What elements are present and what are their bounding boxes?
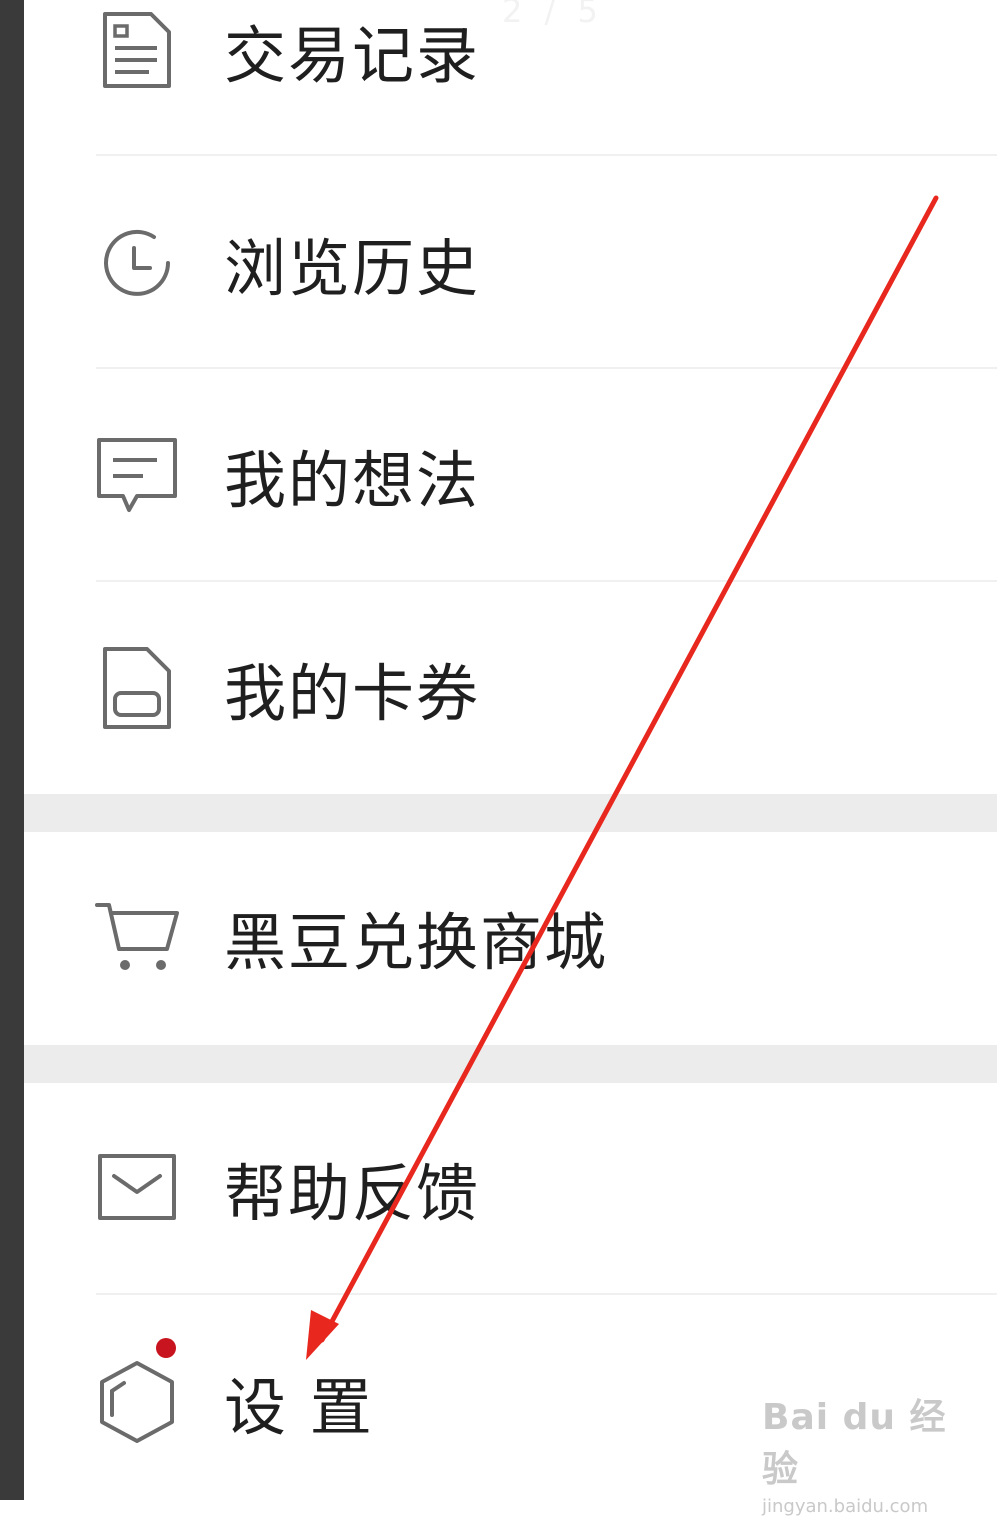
- document-list-icon: [92, 5, 182, 95]
- menu-item-label: 我的想法: [224, 444, 481, 517]
- menu-item-my-coupons[interactable]: 我的卡券: [24, 608, 997, 768]
- menu-item-label: 黑豆兑换商城: [224, 906, 609, 979]
- card-coupon-icon: [92, 643, 182, 733]
- divider: [96, 1293, 997, 1295]
- hexagon-settings-icon: [92, 1357, 182, 1447]
- mail-icon: [92, 1143, 182, 1233]
- baidu-jingyan-watermark: Bai du 经验 jingyan.baidu.com: [762, 1388, 962, 1517]
- shopping-cart-icon: [92, 892, 182, 982]
- menu-item-label: 交易记录: [224, 19, 481, 92]
- divider: [96, 580, 997, 582]
- menu-item-my-thoughts[interactable]: 我的想法: [24, 395, 997, 555]
- menu-item-help-feedback[interactable]: 帮助反馈: [24, 1108, 997, 1268]
- clock-icon: [92, 218, 182, 308]
- menu-item-label: 设 置: [224, 1371, 374, 1444]
- profile-menu-list: 交易记录 浏览历史 我的想法 我的卡券 黑豆兑换商城 帮助反馈 设 置: [24, 0, 997, 1500]
- section-separator: [24, 1045, 997, 1083]
- page-indicator: 2 / 5: [502, 0, 604, 30]
- menu-item-label: 我的卡券: [224, 657, 481, 730]
- menu-item-browse-history[interactable]: 浏览历史: [24, 183, 997, 343]
- section-separator: [24, 794, 997, 832]
- chat-bubble-icon: [92, 430, 182, 520]
- divider: [96, 154, 997, 156]
- menu-item-label: 帮助反馈: [224, 1157, 481, 1230]
- menu-item-label: 浏览历史: [224, 232, 481, 305]
- watermark-url: jingyan.baidu.com: [762, 1496, 929, 1517]
- left-edge-strip: [0, 0, 24, 1500]
- menu-item-black-bean-mall[interactable]: 黑豆兑换商城: [24, 857, 997, 1017]
- divider: [96, 367, 997, 369]
- notification-badge-dot: [156, 1338, 176, 1358]
- watermark-logo-text: Bai du 经验: [762, 1397, 947, 1490]
